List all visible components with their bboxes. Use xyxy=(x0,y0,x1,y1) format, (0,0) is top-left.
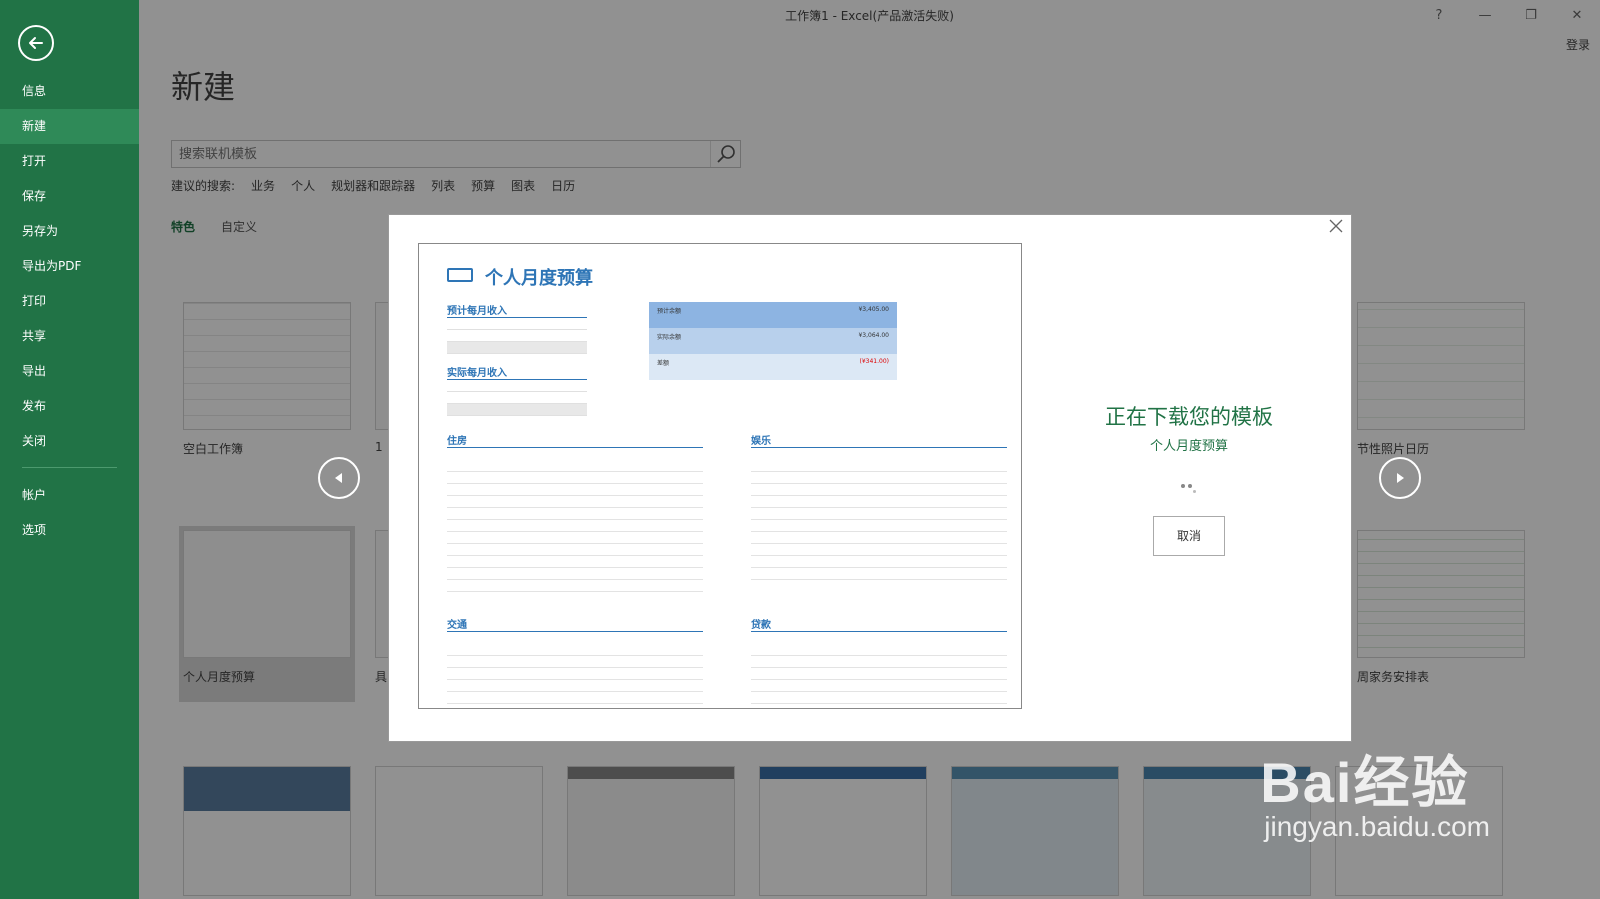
back-button[interactable] xyxy=(18,25,54,61)
sidebar-item-share[interactable]: 共享 xyxy=(0,319,139,354)
sidebar-item-close[interactable]: 关闭 xyxy=(0,424,139,459)
triangle-left-icon xyxy=(335,473,342,483)
preview-section-loans: 贷款 xyxy=(751,616,1007,632)
close-dialog-button[interactable] xyxy=(1327,219,1345,237)
sidebar-item-export[interactable]: 导出 xyxy=(0,354,139,389)
close-icon xyxy=(1329,219,1343,233)
preview-summary: 预计余额 ¥3,405.00 实际余额 ¥3,064.00 差额 (¥341.0… xyxy=(649,302,897,380)
sidebar-item-save-as[interactable]: 另存为 xyxy=(0,214,139,249)
preview-section-housing: 住房 xyxy=(447,432,703,448)
sidebar-divider xyxy=(22,467,117,468)
sidebar-item-publish[interactable]: 发布 xyxy=(0,389,139,424)
preview-table-loans xyxy=(751,644,1007,708)
previous-template-button[interactable] xyxy=(318,457,360,499)
summary-row: 预计余额 ¥3,405.00 xyxy=(649,302,897,328)
preview-row xyxy=(447,318,587,330)
sidebar-item-export-pdf[interactable]: 导出为PDF xyxy=(0,249,139,284)
cancel-button[interactable]: 取消 xyxy=(1153,516,1225,556)
watermark-url: jingyan.baidu.com xyxy=(1264,811,1490,842)
triangle-right-icon xyxy=(1397,473,1404,483)
arrow-left-icon xyxy=(29,37,43,49)
preview-row xyxy=(447,380,587,392)
money-icon xyxy=(447,268,473,282)
sidebar-item-open[interactable]: 打开 xyxy=(0,144,139,179)
next-template-button[interactable] xyxy=(1379,457,1421,499)
summary-row: 实际余额 ¥3,064.00 xyxy=(649,328,897,354)
template-preview: 个人月度预算 预计每月收入 实际每月收入 预计余额 ¥3,405.00 实际余额… xyxy=(418,243,1022,709)
summary-row: 差额 (¥341.00) xyxy=(649,354,897,380)
preview-section-income-actual: 实际每月收入 xyxy=(447,364,587,380)
watermark-logo: Bai经验 xyxy=(1260,751,1470,814)
status-title: 正在下载您的模板 xyxy=(1105,405,1273,429)
preview-section-entertainment: 娱乐 xyxy=(751,432,1007,448)
preview-table-entertainment xyxy=(751,460,1007,588)
sidebar-item-options[interactable]: 选项 xyxy=(0,513,139,548)
preview-row xyxy=(447,392,587,404)
loading-spinner-icon xyxy=(1177,480,1201,496)
sidebar-item-account[interactable]: 帐户 xyxy=(0,478,139,513)
preview-title: 个人月度预算 xyxy=(485,268,593,289)
preview-row xyxy=(447,404,587,416)
sidebar-item-new[interactable]: 新建 xyxy=(0,109,139,144)
preview-section-income-planned: 预计每月收入 xyxy=(447,302,587,318)
preview-table-transport xyxy=(447,644,703,708)
sidebar-nav: 信息 新建 打开 保存 另存为 导出为PDF 打印 共享 导出 发布 关闭 帐户… xyxy=(0,74,139,548)
sidebar-item-info[interactable]: 信息 xyxy=(0,74,139,109)
sidebar-item-print[interactable]: 打印 xyxy=(0,284,139,319)
preview-table-housing xyxy=(447,460,703,600)
template-download-dialog: 个人月度预算 预计每月收入 实际每月收入 预计余额 ¥3,405.00 实际余额… xyxy=(388,214,1352,742)
download-status: 正在下载您的模板 个人月度预算 取消 xyxy=(1069,401,1309,556)
sidebar-item-save[interactable]: 保存 xyxy=(0,179,139,214)
backstage-sidebar: 信息 新建 打开 保存 另存为 导出为PDF 打印 共享 导出 发布 关闭 帐户… xyxy=(0,0,139,899)
status-subtitle: 个人月度预算 xyxy=(1149,439,1228,454)
preview-section-transport: 交通 xyxy=(447,616,703,632)
baidu-watermark: Bai经验 jingyan.baidu.com xyxy=(1260,738,1490,843)
preview-row xyxy=(447,342,587,354)
preview-row xyxy=(447,330,587,342)
